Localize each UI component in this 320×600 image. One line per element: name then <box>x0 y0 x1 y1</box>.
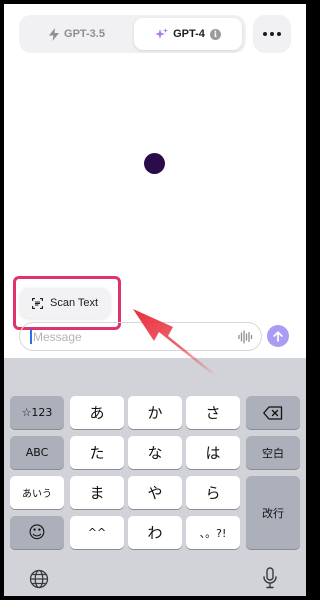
key-ha[interactable]: は <box>186 436 240 469</box>
delete-left-icon <box>263 405 283 420</box>
key-mode-kana[interactable]: あいう <box>10 476 64 509</box>
lightning-icon <box>49 27 60 41</box>
arrow-up-icon <box>273 330 283 342</box>
gpt4-label: GPT-4 <box>173 28 205 40</box>
key-ta[interactable]: た <box>70 436 124 469</box>
key-wa[interactable]: わ <box>128 516 182 549</box>
gpt35-tab[interactable]: GPT-3.5 <box>23 18 131 50</box>
key-mode-123[interactable]: ☆123 <box>10 396 64 429</box>
key-mode-abc[interactable]: ABC <box>10 436 64 469</box>
info-icon[interactable]: i <box>209 28 221 40</box>
microphone-icon[interactable] <box>262 567 278 589</box>
waveform-icon[interactable] <box>238 330 253 344</box>
more-dot <box>277 32 281 36</box>
more-dot <box>270 32 274 36</box>
key-sa[interactable]: さ <box>186 396 240 429</box>
message-placeholder: Message <box>33 329 82 344</box>
sparkles-icon <box>155 27 169 39</box>
gpt35-label: GPT-3.5 <box>64 28 105 40</box>
app-screen: GPT-3.5 GPT-4 i Scan Text Message ☆123 あ… <box>4 4 306 596</box>
key-ma[interactable]: ま <box>70 476 124 509</box>
message-input[interactable]: Message <box>19 322 262 351</box>
return-key[interactable]: 改行 <box>246 476 300 549</box>
key-ka[interactable]: か <box>128 396 182 429</box>
key-ya[interactable]: や <box>128 476 182 509</box>
key-na[interactable]: な <box>128 436 182 469</box>
globe-icon[interactable] <box>29 569 49 589</box>
key-a[interactable]: あ <box>70 396 124 429</box>
loading-indicator <box>144 153 165 174</box>
send-button[interactable] <box>267 325 289 347</box>
space-key[interactable]: 空白 <box>246 436 300 469</box>
gpt4-tab[interactable]: GPT-4 i <box>134 18 242 50</box>
more-horizontal-icon <box>263 32 267 36</box>
text-caret <box>30 329 32 344</box>
delete-button[interactable] <box>246 396 300 429</box>
key-ra[interactable]: ら <box>186 476 240 509</box>
model-switcher: GPT-3.5 GPT-4 i <box>19 15 246 53</box>
key-kaomoji[interactable]: ^^ <box>70 516 124 549</box>
emoji-key[interactable]: ☺ <box>10 516 64 549</box>
more-options-button[interactable] <box>253 15 291 53</box>
keyboard: ☆123 あ か さ ABC た な は 空白 あいう ま や ら 改行 ☺ ^… <box>4 358 306 596</box>
key-punctuation[interactable]: 、。?! <box>186 516 240 549</box>
